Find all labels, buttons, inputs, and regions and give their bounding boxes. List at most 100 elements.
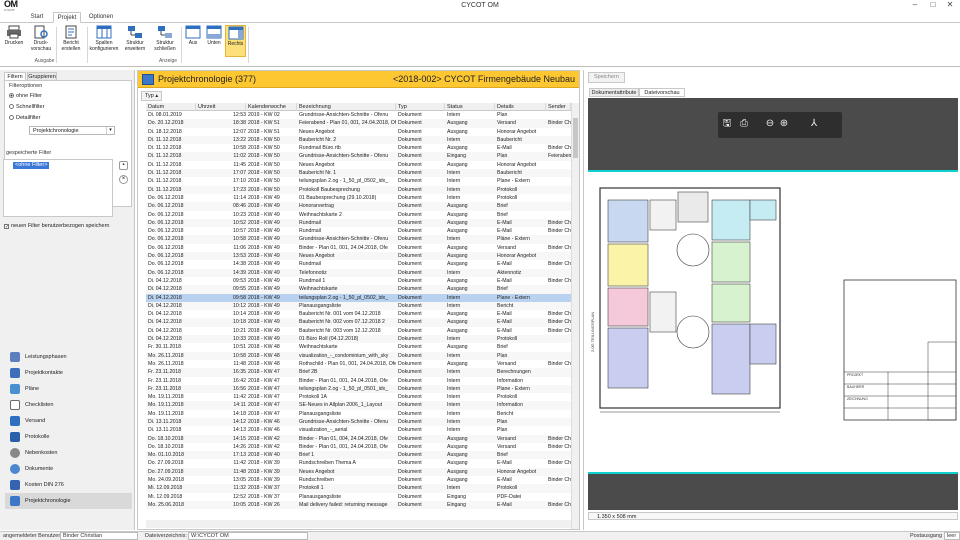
saved-filter-list[interactable]: <ohne Filter> bbox=[3, 159, 113, 217]
table-row[interactable]: Di. 08.01.2019 12:53 2019 - KW 02 Grundriss… bbox=[146, 111, 571, 119]
table-row[interactable]: Di. 11.12.2018 11:45 2018 - KW 50 Neues Ang… bbox=[146, 161, 571, 169]
filter-combo[interactable]: Projektchronologie ▾ bbox=[29, 126, 115, 135]
table-row[interactable]: Mo. 19.11.2018 11:42 2018 - KW 47 Protokoll… bbox=[146, 393, 571, 401]
table-row[interactable]: Do. 18.10.2018 14:15 2018 - KW 42 Binder - … bbox=[146, 434, 571, 443]
nav-item-plaene[interactable]: Pläne bbox=[5, 381, 132, 397]
table-row[interactable]: Do. 06.12.2018 10:58 2018 - KW 49 Grundriss… bbox=[146, 235, 571, 244]
col-typ[interactable]: Typ bbox=[396, 103, 445, 111]
radio-schnellfilter[interactable]: Schnellfilter bbox=[9, 104, 44, 110]
table-row[interactable]: Mo. 19.11.2018 14:11 2018 - KW 47 SE-Neues … bbox=[146, 401, 571, 410]
collapse-structure-button[interactable]: Struktur schließen bbox=[151, 25, 179, 57]
table-row[interactable]: Di. 04.12.2018 09:53 2018 - KW 49 Rundmail … bbox=[146, 277, 571, 285]
nav-item-kosten-din276[interactable]: Kosten DIN 276 bbox=[5, 477, 132, 493]
table-row[interactable]: Fr. 30.11.2018 10:51 2018 - KW 48 Weihnacht… bbox=[146, 343, 571, 351]
table-row[interactable]: Do. 06.12.2018 14:39 2018 - KW 49 Telefonno… bbox=[146, 268, 571, 277]
configure-columns-button[interactable]: Spalten konfigurieren bbox=[89, 25, 119, 57]
save-filter-icon[interactable]: ▪ bbox=[119, 161, 128, 170]
nav-item-leistungsphasen[interactable]: Leistungsphasen bbox=[5, 349, 132, 365]
table-row[interactable]: Di. 11.12.2018 13:22 2018 - KW 50 Bauberich… bbox=[146, 135, 571, 145]
tab-dokumentattribute[interactable]: Dokumentattribute bbox=[589, 88, 639, 97]
minimize-button[interactable]: – bbox=[908, 0, 922, 9]
table-row[interactable]: Do. 06.12.2018 10:57 2018 - KW 49 Rundmail D… bbox=[146, 227, 571, 235]
radio-detailfilter[interactable]: Detailfilter bbox=[9, 115, 40, 121]
col-bezeichnung[interactable]: Bezeichnung bbox=[297, 103, 396, 111]
layout-bottom-button[interactable]: Unten bbox=[204, 25, 224, 57]
pdf-icon[interactable]: ⅄ bbox=[808, 118, 820, 130]
table-row[interactable]: Di. 04.12.2018 10:14 2018 - KW 49 Bauberich… bbox=[146, 310, 571, 318]
table-row[interactable]: Di. 04.12.2018 10:12 2018 - KW 49 Planausga… bbox=[146, 301, 571, 311]
table-row[interactable]: Di. 04.12.2018 10:21 2018 - KW 49 Bauberich… bbox=[146, 327, 571, 335]
pdf-viewer[interactable]: 🖫 ⎙ ⊖ ⊕ ⅄ 2.0G TEILUNGSPLAN PROJEKT BAUH… bbox=[588, 98, 958, 510]
vertical-scrollbar[interactable] bbox=[571, 103, 579, 529]
table-row[interactable]: Fr. 23.11.2018 16:42 2018 - KW 47 Binder - … bbox=[146, 377, 571, 385]
close-button[interactable]: ✕ bbox=[943, 0, 957, 9]
table-row[interactable]: Do. 27.09.2018 11:48 2018 - KW 39 Neues Ang… bbox=[146, 467, 571, 477]
zoom-out-icon[interactable]: ⊖ bbox=[764, 118, 776, 130]
table-row[interactable]: Di. 04.12.2018 09:55 2018 - KW 49 Weihnacht… bbox=[146, 285, 571, 294]
tab-projekt[interactable]: Projekt bbox=[53, 12, 81, 23]
print-preview-button[interactable]: Druck-vorschau bbox=[28, 25, 54, 57]
table-row[interactable]: Mo. 19.11.2018 14:18 2018 - KW 47 Planausga… bbox=[146, 410, 571, 418]
horizontal-scrollbar[interactable] bbox=[146, 520, 571, 528]
table-row[interactable]: Di. 04.12.2018 10:18 2018 - KW 49 Bauberich… bbox=[146, 318, 571, 327]
col-sender[interactable]: Sender bbox=[546, 103, 571, 111]
nav-item-dokumente[interactable]: Dokumente bbox=[5, 461, 132, 477]
expand-structure-button[interactable]: Struktur erweitern bbox=[121, 25, 149, 57]
layout-off-button[interactable]: Aus bbox=[183, 25, 203, 57]
nav-item-protokolle[interactable]: Protokolle bbox=[5, 429, 132, 445]
save-filter-user-checkbox[interactable]: ✓ neuen Filter benutzerbezogen speichern bbox=[4, 223, 109, 230]
table-row[interactable]: Do. 06.12.2018 10:23 2018 - KW 49 Weihnacht… bbox=[146, 211, 571, 219]
nav-item-projektkontakte[interactable]: Projektkontakte bbox=[5, 365, 132, 381]
tab-dateivorschau[interactable]: Dateivorschau bbox=[639, 88, 685, 97]
table-row[interactable]: Di. 11.12.2018 17:10 2018 - KW 50 teilungsp… bbox=[146, 177, 571, 185]
nav-item-nebenkosten[interactable]: Nebenkosten bbox=[5, 445, 132, 461]
table-row[interactable]: Mi. 12.09.2018 11:32 2018 - KW 37 Protokoll… bbox=[146, 484, 571, 493]
table-row[interactable]: Di. 11.12.2018 11:02 2018 - KW 50 Grundriss… bbox=[146, 152, 571, 161]
col-datum[interactable]: Datum bbox=[146, 103, 196, 111]
save-button[interactable]: Speichern bbox=[588, 72, 625, 83]
table-row[interactable]: Mo. 26.11.2018 11:48 2018 - KW 48 Rothschil… bbox=[146, 360, 571, 368]
col-details[interactable]: Details bbox=[495, 103, 546, 111]
chevron-down-icon[interactable]: ▾ bbox=[106, 127, 114, 134]
table-row[interactable]: Mo. 26.11.2018 10:58 2018 - KW 48 visualiza… bbox=[146, 351, 571, 360]
table-row[interactable]: Di. 13.11.2018 14:12 2018 - KW 46 Grundriss… bbox=[146, 417, 571, 427]
zoom-in-icon[interactable]: ⊕ bbox=[778, 118, 790, 130]
table-row[interactable]: Di. 11.12.2018 17:07 2018 - KW 50 Bauberich… bbox=[146, 169, 571, 178]
col-uhrzeit[interactable]: Uhrzeit bbox=[196, 103, 246, 111]
table-row[interactable]: Do. 06.12.2018 13:53 2018 - KW 49 Neues Ang… bbox=[146, 252, 571, 261]
col-status[interactable]: Status bbox=[445, 103, 495, 111]
table-row[interactable]: Do. 06.12.2018 11:06 2018 - KW 49 Binder - … bbox=[146, 244, 571, 252]
table-row[interactable]: Mo. 01.10.2018 17:13 2018 - KW 40 Brief 1 Do… bbox=[146, 451, 571, 460]
saved-filter-item[interactable]: <ohne Filter> bbox=[13, 162, 50, 169]
nav-item-checklisten[interactable]: Checklisten bbox=[5, 397, 132, 413]
table-row[interactable]: Do. 06.12.2018 11:14 2018 - KW 49 01 Baubes… bbox=[146, 194, 571, 202]
create-report-button[interactable]: Bericht erstellen bbox=[58, 25, 84, 57]
table-row[interactable]: Mo. 24.09.2018 13:05 2018 - KW 39 Rundschre… bbox=[146, 476, 571, 484]
table-row[interactable]: Do. 06.12.2018 10:52 2018 - KW 49 Rundmail D… bbox=[146, 218, 571, 228]
table-row[interactable]: Di. 04.12.2018 10:33 2018 - KW 49 01 Büro R… bbox=[146, 335, 571, 344]
table-row[interactable]: Do. 06.12.2018 14:38 2018 - KW 49 Rundmail D… bbox=[146, 260, 571, 268]
table-row[interactable]: Di. 13.11.2018 14:13 2018 - KW 46 visualiza… bbox=[146, 426, 571, 434]
layout-right-button[interactable]: Rechts bbox=[225, 25, 246, 57]
tab-optionen[interactable]: Optionen bbox=[86, 12, 116, 23]
table-row[interactable]: Di. 11.12.2018 17:23 2018 - KW 50 Protokoll… bbox=[146, 185, 571, 194]
radio-ohne-filter[interactable]: ohne Filter bbox=[9, 93, 42, 99]
table-row[interactable]: Fr. 23.11.2018 16:35 2018 - KW 47 Brief 2B D… bbox=[146, 368, 571, 377]
group-by-chip[interactable]: Typ ▴ bbox=[141, 91, 163, 101]
table-row[interactable]: Di. 04.12.2018 09:58 2018 - KW 49 teilungsp… bbox=[146, 293, 571, 302]
print-icon[interactable]: ⎙ bbox=[738, 118, 750, 130]
table-row[interactable]: Mi. 12.09.2018 12:52 2018 - KW 37 Planausga… bbox=[146, 493, 571, 501]
save-icon[interactable]: 🖫 bbox=[721, 118, 733, 130]
scrollbar-thumb[interactable] bbox=[573, 118, 578, 158]
table-row[interactable]: Mo. 25.06.2018 10:05 2018 - KW 26 Mail deli… bbox=[146, 500, 571, 510]
table-row[interactable]: Do. 18.10.2018 14:26 2018 - KW 42 Binder - … bbox=[146, 443, 571, 451]
delete-filter-icon[interactable]: × bbox=[119, 175, 128, 184]
nav-item-projektchronologie[interactable]: Projektchronologie bbox=[5, 493, 132, 509]
nav-item-versand[interactable]: Versand bbox=[5, 413, 132, 429]
table-row[interactable]: Do. 06.12.2018 08:46 2018 - KW 49 Honorarve… bbox=[146, 202, 571, 211]
maximize-button[interactable]: □ bbox=[926, 0, 940, 9]
table-row[interactable]: Fr. 23.11.2018 16:56 2018 - KW 47 teilungsp… bbox=[146, 384, 571, 394]
col-kalenderwoche[interactable]: Kalenderwoche bbox=[246, 103, 297, 111]
table-row[interactable]: Do. 20.12.2018 18:38 2018 - KW 51 Feieraben… bbox=[146, 119, 571, 128]
print-button[interactable]: Drucken bbox=[3, 25, 25, 57]
